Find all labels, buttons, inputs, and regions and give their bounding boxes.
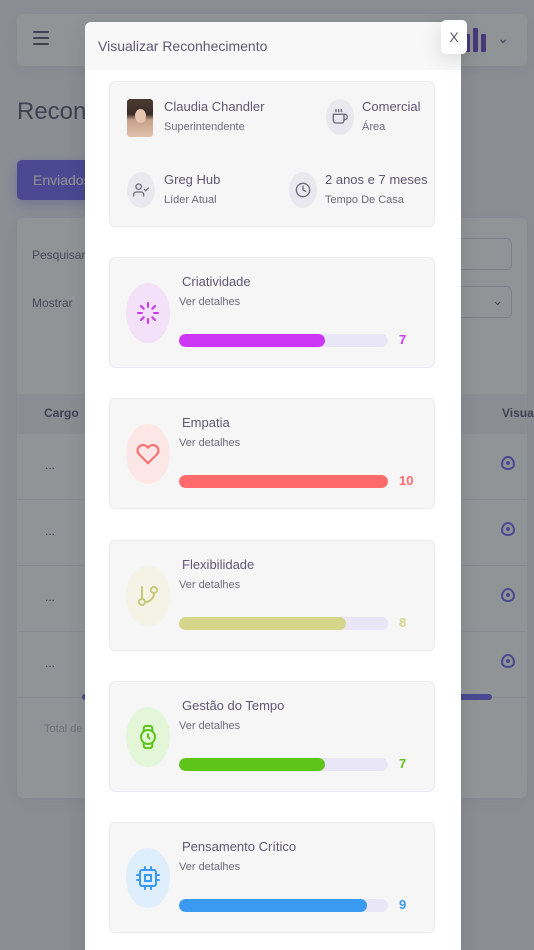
skill-card-flexibilidade: Flexibilidade Ver detalhes 8 [109,540,435,651]
watch-icon [126,707,170,767]
employee-name: Claudia Chandler [164,99,265,114]
leader-label: Líder Atual [164,194,217,206]
view-details-link[interactable]: Ver detalhes [179,296,240,308]
employee-info-card: Claudia Chandler Superintendente Comerci… [109,81,435,227]
skill-progress-bar [179,617,388,630]
modal-header: Visualizar Reconhecimento [85,22,461,70]
view-details-link[interactable]: Ver detalhes [179,861,240,873]
view-details-link[interactable]: Ver detalhes [179,437,240,449]
view-details-link[interactable]: Ver detalhes [179,579,240,591]
skill-progress-bar [179,899,388,912]
skill-progress-bar [179,475,388,488]
skill-score: 7 [399,332,407,347]
recognition-modal: Visualizar Reconhecimento Claudia Chandl… [85,22,461,950]
skill-card-pensamento-critico: Pensamento Crítico Ver detalhes 9 [109,822,435,933]
modal-title: Visualizar Reconhecimento [98,38,268,54]
heart-icon [126,424,170,484]
skill-name: Criatividade [182,274,251,289]
avatar [127,99,153,137]
close-button[interactable]: X [441,20,467,54]
skill-name: Empatia [182,415,230,430]
user-check-icon [127,172,155,208]
skill-score: 9 [399,897,407,912]
cpu-icon [126,848,170,908]
skill-card-gestao-do-tempo: Gestão do Tempo Ver detalhes 7 [109,681,435,792]
skill-score: 8 [399,615,407,630]
skill-score: 10 [399,473,414,488]
skill-name: Pensamento Crítico [182,839,297,854]
skill-progress-bar [179,758,388,771]
skill-card-criatividade: Criatividade Ver detalhes 7 [109,257,435,368]
tenure-label: Tempo De Casa [325,194,404,206]
skill-progress-bar [179,334,388,347]
area-label: Área [362,121,386,133]
area-value: Comercial [362,99,421,114]
git-branch-icon [126,566,170,626]
skill-score: 7 [399,756,407,771]
coffee-icon [326,99,354,135]
employee-role: Superintendente [164,121,245,133]
leader-name: Greg Hub [164,172,221,187]
view-details-link[interactable]: Ver detalhes [179,720,240,732]
tenure-value: 2 anos e 7 meses [325,172,428,187]
skill-card-empatia: Empatia Ver detalhes 10 [109,398,435,509]
skill-name: Gestão do Tempo [182,698,285,713]
clock-icon [289,172,317,208]
skill-name: Flexibilidade [182,557,255,572]
loader-icon [126,283,170,343]
